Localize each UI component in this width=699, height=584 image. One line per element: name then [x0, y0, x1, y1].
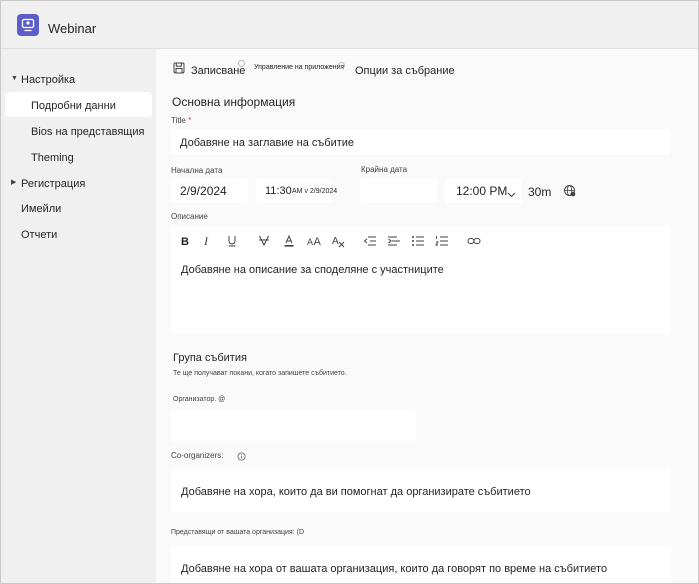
event-group-subtitle: Те ще получават покани, когато запишете … — [173, 370, 347, 377]
description-placeholder: Добавяне на описание за споделяне с учас… — [181, 264, 444, 276]
sidebar-item-theming[interactable]: Theming — [31, 152, 74, 164]
organizer-field[interactable] — [171, 409, 416, 442]
start-time-value: 11:30 — [265, 185, 292, 197]
start-date-label: Начална дата — [171, 166, 223, 175]
main-panel: Записване Управление на приложения Опции… — [156, 49, 698, 583]
svg-text:A: A — [307, 237, 313, 247]
increase-indent-icon[interactable] — [387, 234, 403, 250]
italic-icon[interactable]: I — [201, 234, 217, 250]
svg-text:B: B — [181, 236, 189, 248]
end-time-picker[interactable]: 12:00 PM — [445, 179, 522, 203]
decrease-indent-icon[interactable] — [363, 234, 379, 250]
chevron-down-icon — [507, 186, 516, 204]
svg-text:A: A — [314, 236, 322, 248]
manage-apps-button[interactable]: Управление на приложения — [254, 64, 344, 71]
link-icon[interactable] — [467, 234, 483, 250]
bullet-list-icon[interactable] — [411, 234, 427, 250]
presenters-label: Представящи от вашата организация: (D — [171, 529, 304, 536]
bold-icon[interactable]: B — [178, 234, 194, 250]
webinar-app-icon — [17, 14, 39, 36]
start-date-value: 2/9/2024 — [180, 184, 227, 198]
basic-info-heading: Основна информация — [172, 95, 296, 109]
start-date-picker[interactable]: 2/9/2024 — [171, 179, 248, 203]
numbered-list-icon[interactable] — [435, 234, 451, 250]
strikethrough-icon[interactable] — [257, 234, 273, 250]
settings-icon[interactable] — [336, 60, 346, 70]
co-organizers-label: Co-organizers: — [171, 451, 223, 460]
font-size-icon[interactable]: AA — [306, 234, 322, 250]
sidebar-item-registration[interactable]: Регистрация — [21, 178, 85, 190]
presenters-placeholder: Добавяне на хора от вашата организация, … — [181, 563, 608, 575]
start-time-picker[interactable]: 11:30 AM v 2/9/2024 — [256, 179, 337, 203]
webinar-window: Webinar ▼ Настройка Подробни данни Bios … — [0, 0, 699, 584]
title-label-text: Title — [171, 116, 186, 125]
svg-text:A: A — [332, 236, 339, 247]
apps-icon[interactable] — [236, 58, 246, 68]
title-label: Title * — [171, 116, 191, 125]
title-input-placeholder: Добавяне на заглавие на събитие — [180, 137, 355, 149]
chevron-right-icon[interactable]: ▶ — [11, 178, 16, 186]
sidebar: ▼ Настройка Подробни данни Bios на предс… — [1, 49, 156, 583]
meeting-options-button[interactable]: Опции за събрание — [355, 65, 455, 77]
start-time-suffix: AM v 2/9/2024 — [292, 188, 338, 195]
co-organizers-label-text: Co-organizers: — [171, 451, 224, 460]
end-date-label: Крайна дата — [361, 165, 408, 174]
app-header: Webinar — [1, 1, 698, 49]
underline-icon[interactable] — [225, 234, 241, 250]
app-title: Webinar — [48, 21, 97, 36]
chevron-down-icon[interactable]: ▼ — [11, 75, 18, 82]
sidebar-item-presenter-bios[interactable]: Bios на представящия — [31, 126, 144, 138]
info-icon[interactable] — [236, 451, 246, 461]
timezone-globe-icon[interactable] — [562, 183, 576, 197]
organizer-label: Организатор. @ — [173, 396, 226, 403]
duration-text: 30m — [528, 185, 552, 199]
co-organizers-placeholder: Добавяне на хора, които да ви помогнат д… — [181, 486, 531, 498]
description-label: Описание — [171, 212, 208, 221]
required-mark: * — [188, 116, 192, 125]
sidebar-item-reports[interactable]: Отчети — [21, 229, 57, 241]
end-date-picker[interactable] — [360, 179, 437, 203]
co-organizers-field[interactable]: Добавяне на хора, които да ви помогнат д… — [171, 468, 671, 512]
event-group-heading: Група събития — [173, 352, 247, 364]
sidebar-item-emails[interactable]: Имейли — [21, 203, 61, 215]
sidebar-item-details[interactable]: Подробни данни — [31, 100, 116, 112]
end-time-value: 12:00 PM — [456, 184, 508, 198]
presenters-field[interactable]: Добавяне на хора от вашата организация, … — [171, 545, 671, 583]
svg-text:I: I — [203, 234, 209, 248]
highlight-icon[interactable] — [282, 234, 298, 250]
sidebar-item-setup[interactable]: Настройка — [21, 74, 75, 86]
title-input[interactable]: Добавяне на заглавие на събитие — [171, 130, 671, 155]
save-icon[interactable] — [172, 61, 186, 75]
clear-format-icon[interactable]: A — [331, 234, 347, 250]
